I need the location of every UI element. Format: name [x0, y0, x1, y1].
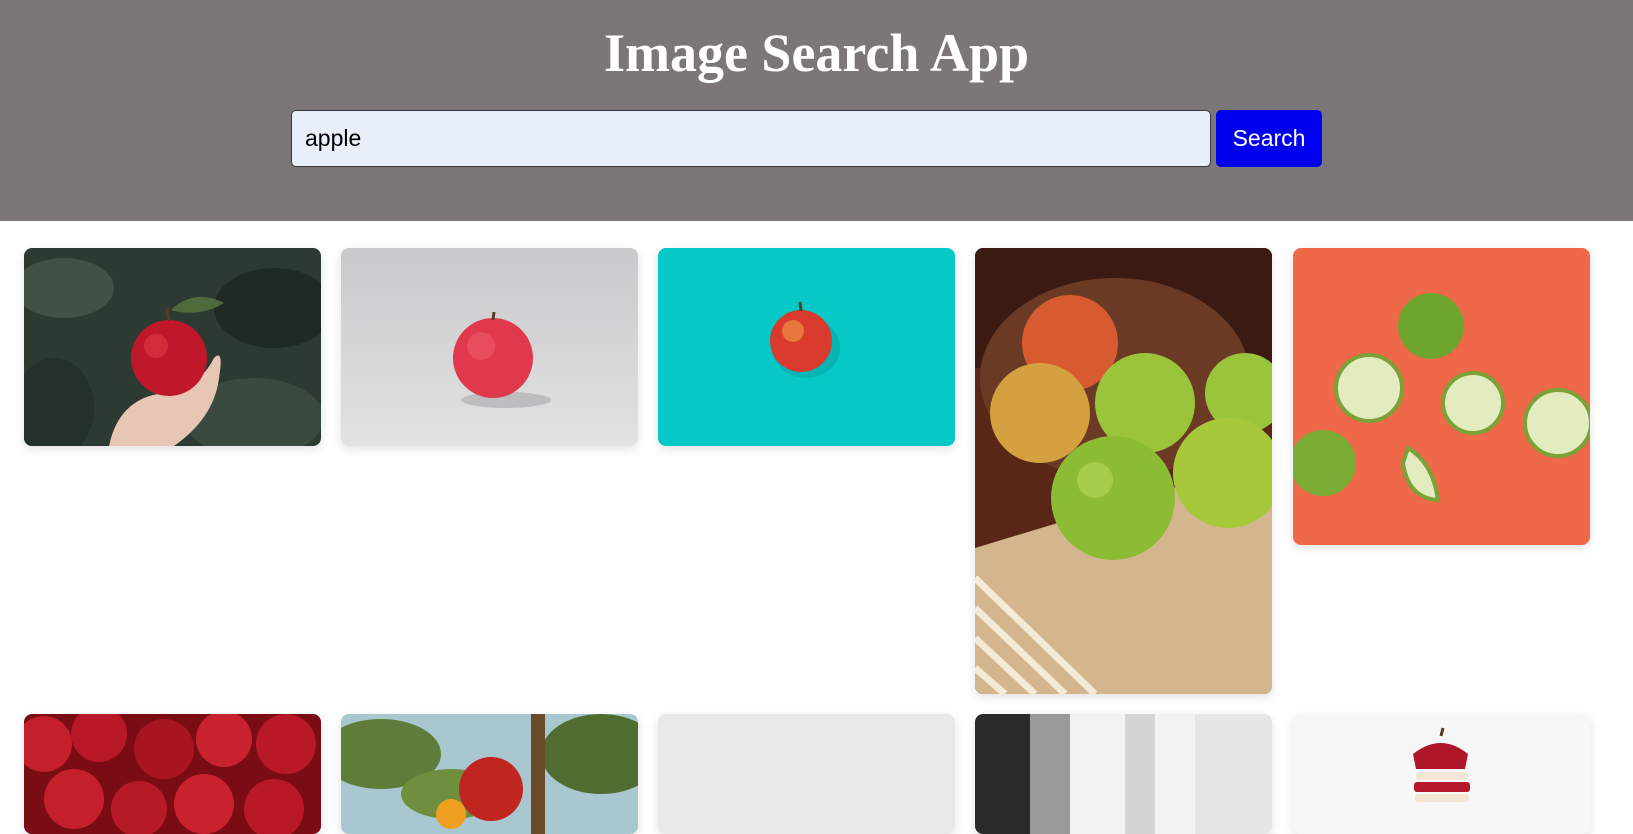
- green-apples-orange-image: [1293, 248, 1590, 545]
- result-image[interactable]: [341, 248, 638, 446]
- apple-in-hand-image: [24, 248, 321, 446]
- sliced-apple-image: [1293, 714, 1590, 834]
- apple-grey-image: [341, 248, 638, 446]
- result-image[interactable]: [975, 714, 1272, 834]
- search-input[interactable]: [291, 110, 1211, 167]
- result-image[interactable]: [24, 714, 321, 834]
- result-image[interactable]: [658, 248, 955, 446]
- red-apple-pile-image: [24, 714, 321, 834]
- result-image[interactable]: [975, 248, 1272, 694]
- search-button[interactable]: Search: [1216, 110, 1322, 167]
- grey-background-image: [658, 714, 955, 834]
- apple-bowl-image: [975, 248, 1272, 694]
- apple-on-tree-image: [341, 714, 638, 834]
- apple-turquoise-image: [658, 248, 955, 446]
- app-header: Image Search App Search: [0, 0, 1633, 221]
- result-image[interactable]: [1293, 248, 1590, 545]
- result-image[interactable]: [341, 714, 638, 834]
- result-image[interactable]: [1293, 714, 1590, 834]
- app-title: Image Search App: [603, 23, 1030, 83]
- blurred-interior-image: [975, 714, 1272, 834]
- result-image[interactable]: [24, 248, 321, 446]
- result-image[interactable]: [658, 714, 955, 834]
